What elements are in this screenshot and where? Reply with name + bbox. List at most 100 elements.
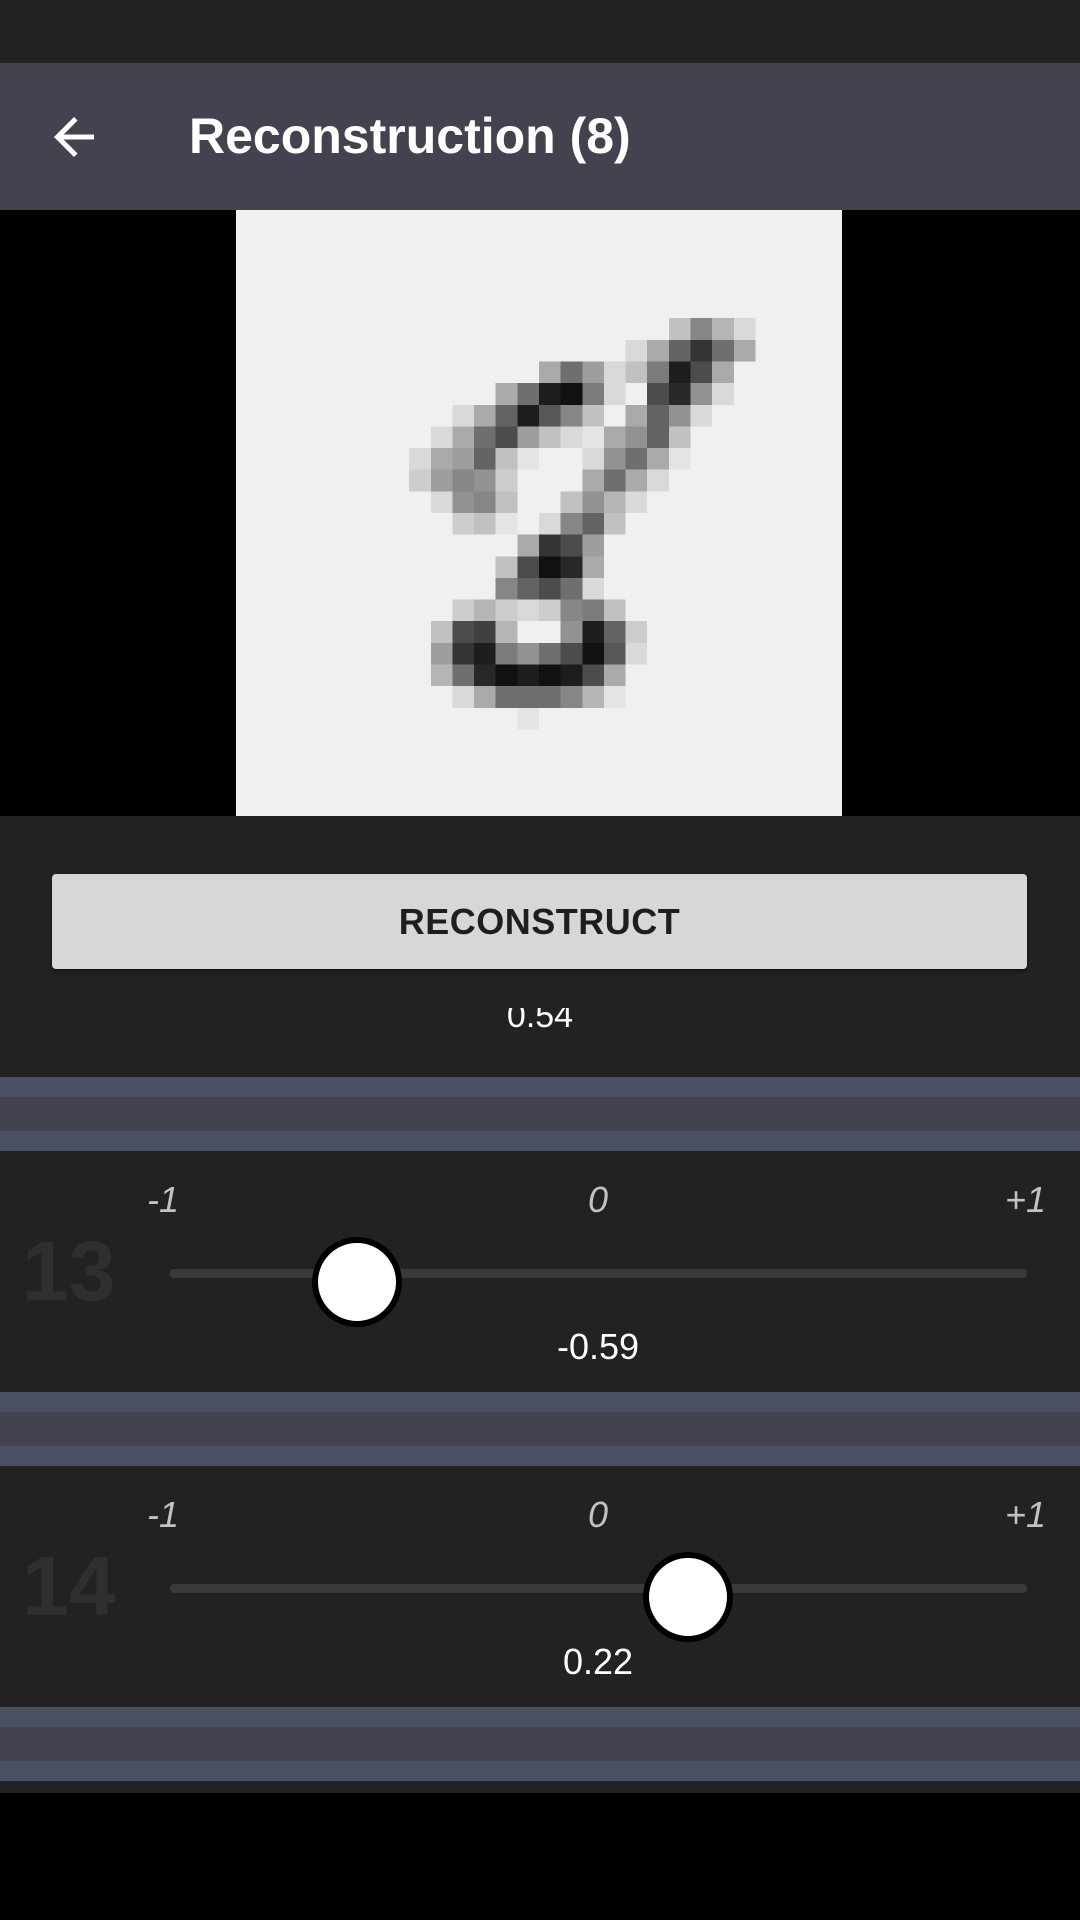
digit-pixel [603,361,626,384]
digit-pixel [430,642,453,665]
max-label: +1 [1005,1494,1047,1535]
digit-pixel [452,404,475,427]
digit-pixel [582,513,604,535]
digit-pixel [625,621,648,643]
digit-pixel [668,404,691,427]
digit-pixel [539,686,561,708]
digit-pixel [603,599,626,622]
digit-pixel [539,556,561,578]
digit-pixel [603,426,626,449]
digit-pixel [430,621,453,643]
digit-pixel [625,491,648,513]
digit-pixel [668,361,691,384]
digit-pixel [668,448,691,470]
digit-pixel [495,513,518,535]
digit-pixel [539,383,561,405]
digit-pixel [430,664,453,687]
digit-pixel [452,664,475,687]
slider-row-14: 14 -1 0 +1 0.22 [0,1466,1080,1707]
slider-track[interactable] [170,1584,1027,1593]
digit-pixel [495,642,518,665]
digit-pixel [409,469,431,492]
digit-pixel [712,383,734,405]
digit-pixel [690,404,713,427]
digit-pixel [495,404,518,427]
digit-pixel [560,404,583,427]
slider-thumb[interactable] [312,1237,403,1327]
digit-pixel [495,448,518,470]
digit-pixel [495,664,518,687]
digit-pixel [560,686,583,708]
digit-pixel [560,664,583,687]
digit-pixel [582,577,604,600]
digit-pixel [539,599,561,622]
controls-panel: RECONSTRUCT 0.54 13 -1 0 +1 -0.59 14 -1 … [0,816,1080,1793]
digit-pixel [474,426,496,449]
reconstruct-button[interactable]: RECONSTRUCT [52,874,1027,969]
digit-pixel [733,318,756,340]
digit-pixel [474,448,496,470]
digit-pixel [647,448,669,470]
digit-pixel [625,448,648,470]
slider-thumb[interactable] [643,1552,734,1642]
digit-pixel [474,513,496,535]
digit-pixel [647,404,669,427]
slider-index: 13 [22,1224,116,1318]
digit-pixel [539,404,561,427]
digit-pixel [668,426,691,449]
digit-pixel [430,491,453,513]
digit-pixel [539,642,561,665]
digit-pixel [647,339,669,362]
digit-pixel [517,686,539,708]
digit-pixel [517,707,539,730]
digit-pixel [560,556,583,578]
digit-pixel [582,534,604,557]
digit-pixel [560,534,583,557]
digit-pixel [517,577,539,600]
digit-pixel [495,621,518,643]
slider-row-13: 13 -1 0 +1 -0.59 [0,1151,1080,1392]
min-label: -1 [147,1179,180,1220]
digit-pixel [625,426,648,449]
digit-pixel [582,664,604,687]
digit-pixel [517,556,539,578]
digit-canvas [236,210,842,816]
digit-pixel [582,491,604,513]
back-button[interactable] [44,107,104,167]
digit-pixel [430,469,453,492]
digit-pixel [560,577,583,600]
digit-pixel [474,491,496,513]
digit-pixel [625,404,648,427]
digit-pixel [495,686,518,708]
digit-pixel [430,426,453,449]
digit-pixel [495,426,518,449]
digit-pixel [539,361,561,384]
digit-pixel [582,642,604,665]
mid-label: 0 [588,1179,609,1220]
digit-pixel [452,599,475,622]
digit-pixel [409,448,431,470]
digit-pixel [690,339,713,362]
digit-pixel [452,513,475,535]
digit-pixel [603,664,626,687]
digit-pixel [625,642,648,665]
digit-pixel [474,686,496,708]
slider-track[interactable] [170,1269,1027,1278]
digit-pixel [495,469,518,492]
digit-pixel [690,318,713,340]
digit-pixel [517,642,539,665]
digit-pixel [582,448,604,470]
digit-pixel [625,361,648,384]
digit-pixel [517,426,539,449]
digit-pixel [452,491,475,513]
arrow-left-icon [54,117,94,157]
digit-pixel [495,491,518,513]
digit-pixel [582,621,604,643]
separator [0,1707,1080,1781]
digit-pixel [430,448,453,470]
digit-pixel [517,664,539,687]
slider-index: 14 [22,1539,116,1633]
digit-pixel [603,686,626,708]
digit-pixel [582,686,604,708]
digit-pixel [647,426,669,449]
